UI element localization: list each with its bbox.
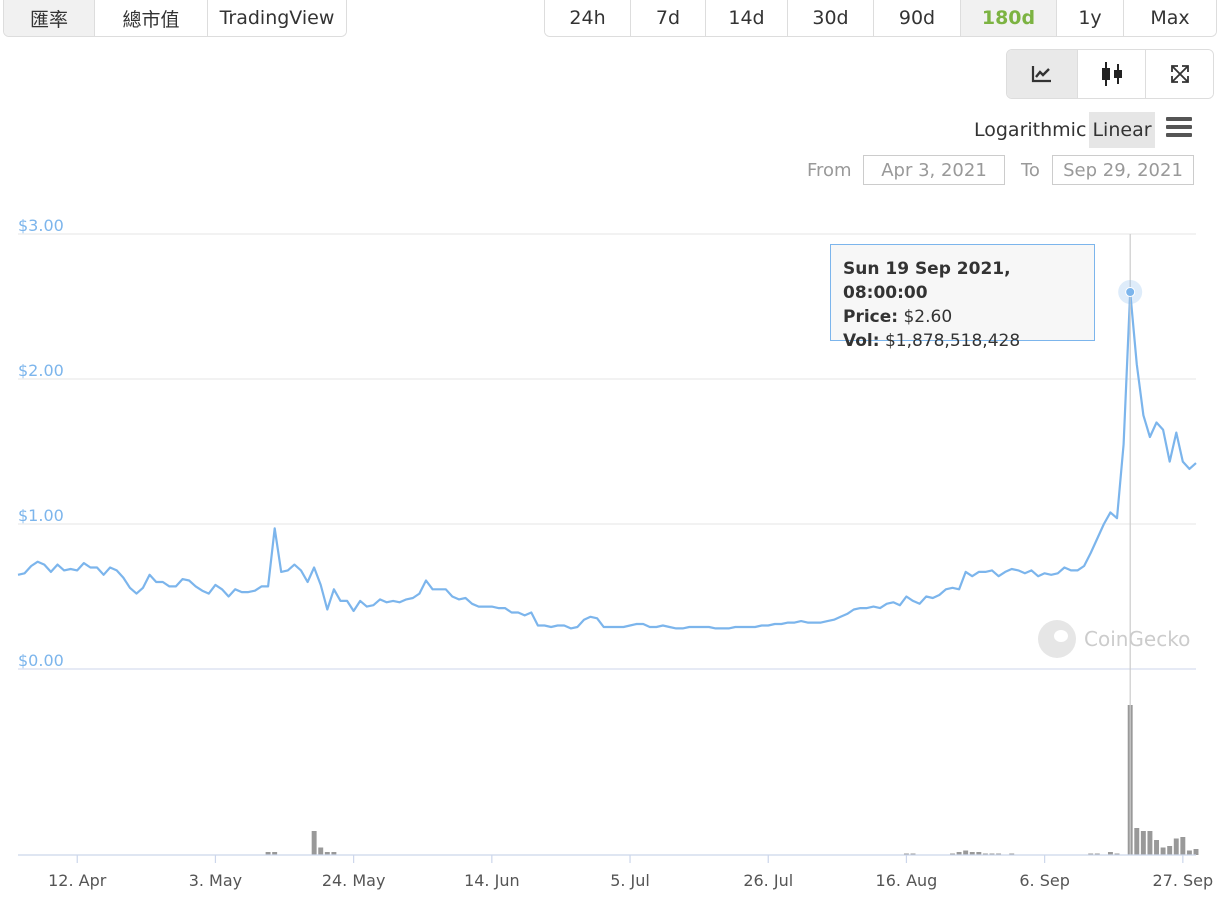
volume-bar bbox=[1160, 847, 1166, 855]
x-tick-label: 24. May bbox=[322, 871, 386, 890]
tooltip-date: Sun 19 Sep 2021, 08:00:00 bbox=[843, 259, 1011, 303]
x-tick-label: 3. May bbox=[189, 871, 242, 890]
volume-bar bbox=[1140, 831, 1146, 855]
volume-bar bbox=[963, 850, 969, 855]
volume-bar bbox=[311, 831, 317, 855]
x-tick-label: 6. Sep bbox=[1019, 871, 1070, 890]
volume-bar bbox=[1154, 840, 1159, 855]
hover-point bbox=[1125, 287, 1136, 297]
volume-bar bbox=[1147, 831, 1153, 855]
y-tick-label: $3.00 bbox=[18, 216, 64, 235]
y-tick-label: $0.00 bbox=[18, 651, 64, 670]
x-tick-label: 26. Jul bbox=[743, 871, 793, 890]
volume-bar bbox=[1186, 850, 1192, 855]
volume-bar bbox=[1173, 838, 1179, 855]
volume-bar bbox=[1180, 837, 1186, 855]
y-tick-label: $2.00 bbox=[18, 361, 64, 380]
watermark-text: CoinGecko bbox=[1084, 627, 1191, 651]
coingecko-watermark: CoinGecko bbox=[1038, 620, 1190, 658]
volume-bar bbox=[1193, 849, 1199, 855]
y-tick-label: $1.00 bbox=[18, 506, 64, 525]
x-tick-label: 16. Aug bbox=[876, 871, 938, 890]
volume-bar bbox=[318, 847, 324, 855]
tooltip-vol-value: $1,878,518,428 bbox=[884, 331, 1021, 351]
coingecko-logo-icon bbox=[1038, 620, 1076, 658]
x-tick-label: 5. Jul bbox=[610, 871, 650, 890]
volume-bar bbox=[1167, 846, 1173, 855]
chart-tooltip: Sun 19 Sep 2021, 08:00:00 Price: $2.60 V… bbox=[830, 244, 1095, 351]
x-tick-label: 14. Jun bbox=[464, 871, 520, 890]
tooltip-vol-label: Vol: bbox=[843, 331, 880, 351]
x-tick-label: 27. Sep bbox=[1152, 871, 1213, 890]
tooltip-price-label: Price: bbox=[843, 307, 899, 327]
tooltip-price-value: $2.60 bbox=[903, 307, 953, 327]
volume-bar bbox=[1134, 828, 1140, 855]
price-chart[interactable]: $0.00 $1.00 $2.00 $3.00 12. Apr 3. May 24. Ma… bbox=[0, 0, 1223, 899]
x-tick-label: 12. Apr bbox=[48, 871, 107, 890]
